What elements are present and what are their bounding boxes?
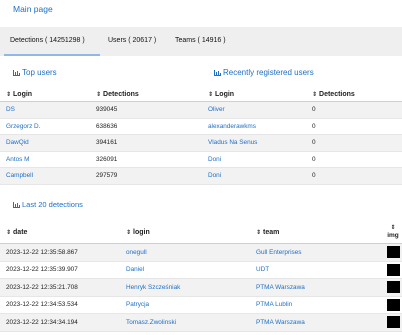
table-row: Grzegorz D. 638636 alexanderawkms 0 bbox=[0, 118, 402, 135]
team-header[interactable]: ⇕ team bbox=[250, 221, 384, 244]
recently-registered-link[interactable]: Recently registered users bbox=[214, 68, 314, 77]
table-row: Antos M 326091 Doni 0 bbox=[0, 151, 402, 168]
team-link[interactable]: PTMA Warszawa bbox=[256, 284, 305, 291]
bar-chart-icon bbox=[13, 70, 20, 76]
detections-count: 0 bbox=[306, 151, 402, 168]
tab-detections[interactable]: Detections ( 14251298 ) bbox=[4, 27, 100, 56]
top-users-label: Top users bbox=[22, 68, 57, 77]
team-link[interactable]: Gull Enterprises bbox=[256, 249, 301, 256]
detection-thumbnail[interactable] bbox=[386, 246, 400, 259]
user-link[interactable]: Doni bbox=[208, 172, 221, 179]
team-link[interactable]: PTMA Lublin bbox=[256, 301, 292, 308]
user-link[interactable]: Oliver bbox=[208, 106, 225, 113]
detections-count: 326091 bbox=[90, 151, 202, 168]
sort-icon: ⇕ bbox=[96, 91, 102, 98]
sort-icon: ⇕ bbox=[390, 225, 396, 231]
sort-icon: ⇕ bbox=[126, 229, 132, 236]
detections-count: 0 bbox=[306, 134, 402, 152]
recently-registered-label: Recently registered users bbox=[223, 68, 314, 77]
top-login-header[interactable]: ⇕ Login bbox=[0, 87, 90, 102]
detections-table: ⇕ date ⇕ login ⇕ team ⇕ img 2023-12-22 12:35… bbox=[0, 221, 402, 332]
detections-count: 638636 bbox=[90, 118, 202, 135]
table-row: 2023-12-22 12:35:21.708 Henryk Szcześnia… bbox=[0, 278, 402, 297]
detection-date: 2023-12-22 12:34:34.194 bbox=[0, 313, 120, 332]
table-row: DS 939045 Oliver 0 bbox=[0, 101, 402, 119]
table-row: 2023-12-22 12:35:58.867 onegull Gull Ent… bbox=[0, 243, 402, 262]
login-header[interactable]: ⇕ login bbox=[120, 221, 250, 244]
user-link[interactable]: DawQid bbox=[6, 139, 29, 146]
sort-icon: ⇕ bbox=[312, 91, 318, 98]
detections-count: 0 bbox=[306, 118, 402, 135]
table-row: DawQid 394161 Vladus Na Senus 0 bbox=[0, 134, 402, 152]
top-users-link[interactable]: Top users bbox=[13, 68, 57, 77]
detections-count: 0 bbox=[306, 167, 402, 185]
user-link[interactable]: Daniel bbox=[126, 266, 144, 273]
detections-count: 297579 bbox=[90, 167, 202, 185]
main-page-link[interactable]: Main page bbox=[13, 4, 53, 14]
detection-date: 2023-12-22 12:35:39.907 bbox=[0, 261, 120, 279]
recent-detections-header[interactable]: ⇕ Detections bbox=[306, 87, 402, 102]
detection-date: 2023-12-22 12:35:21.708 bbox=[0, 278, 120, 297]
detection-date: 2023-12-22 12:35:58.867 bbox=[0, 243, 120, 262]
users-table: ⇕ Login ⇕ Detections ⇕ Login ⇕ Detections DS… bbox=[0, 87, 402, 185]
user-link[interactable]: Campbell bbox=[6, 172, 33, 179]
img-header[interactable]: ⇕ img bbox=[384, 221, 402, 244]
table-row: 2023-12-22 12:34:34.194 Tomasz.Zwolinski… bbox=[0, 313, 402, 332]
sort-icon: ⇕ bbox=[6, 229, 12, 236]
team-link[interactable]: PTMA Warszawa bbox=[256, 319, 305, 326]
detections-count: 939045 bbox=[90, 101, 202, 119]
user-link[interactable]: Henryk Szcześniak bbox=[126, 284, 180, 291]
user-link[interactable]: Tomasz.Zwolinski bbox=[126, 319, 176, 326]
table-row: 2023-12-22 12:34:53.534 Patrycja PTMA Lu… bbox=[0, 296, 402, 314]
user-link[interactable]: DS bbox=[6, 106, 15, 113]
detection-thumbnail[interactable] bbox=[386, 263, 400, 276]
sort-icon: ⇕ bbox=[6, 91, 12, 98]
detection-thumbnail[interactable] bbox=[386, 316, 400, 329]
user-link[interactable]: Grzegorz D. bbox=[6, 123, 40, 130]
tab-bar: Detections ( 14251298 ) Users ( 20617 ) … bbox=[0, 27, 402, 56]
bar-chart-icon bbox=[13, 202, 20, 208]
user-link[interactable]: Doni bbox=[208, 156, 221, 163]
team-link[interactable]: UDT bbox=[256, 266, 269, 273]
detections-count: 394161 bbox=[90, 134, 202, 152]
bar-chart-icon bbox=[214, 70, 221, 76]
tab-teams[interactable]: Teams ( 14916 ) bbox=[168, 27, 238, 56]
detections-count: 0 bbox=[306, 101, 402, 119]
user-link[interactable]: Vladus Na Senus bbox=[208, 139, 257, 146]
recent-login-header[interactable]: ⇕ Login bbox=[202, 87, 306, 102]
user-link[interactable]: Patrycja bbox=[126, 301, 149, 308]
table-row: Campbell 297579 Doni 0 bbox=[0, 167, 402, 185]
table-row: 2023-12-22 12:35:39.907 Daniel UDT bbox=[0, 261, 402, 279]
sort-icon: ⇕ bbox=[256, 229, 262, 236]
date-header[interactable]: ⇕ date bbox=[0, 221, 120, 244]
user-link[interactable]: alexanderawkms bbox=[208, 123, 256, 130]
last-20-detections-link[interactable]: Last 20 detections bbox=[13, 200, 83, 209]
detection-thumbnail[interactable] bbox=[386, 298, 400, 311]
detection-date: 2023-12-22 12:34:53.534 bbox=[0, 296, 120, 314]
sort-icon: ⇕ bbox=[208, 91, 214, 98]
user-link[interactable]: Antos M bbox=[6, 156, 29, 163]
last-20-detections-label: Last 20 detections bbox=[22, 200, 83, 209]
top-detections-header[interactable]: ⇕ Detections bbox=[90, 87, 202, 102]
tab-users[interactable]: Users ( 20617 ) bbox=[104, 27, 164, 56]
detection-thumbnail[interactable] bbox=[386, 281, 400, 294]
user-link[interactable]: onegull bbox=[126, 249, 147, 256]
